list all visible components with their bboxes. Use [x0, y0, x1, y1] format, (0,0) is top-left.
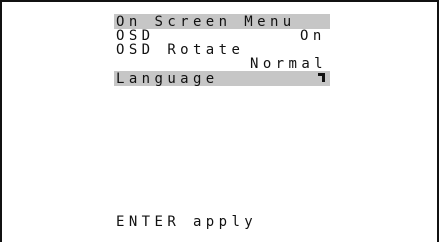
osd-screen: On Screen Menu OSD On OSD Rotate Normal …: [0, 0, 439, 242]
corner-arrow-icon: [318, 73, 325, 82]
osd-label[interactable]: OSD: [116, 29, 155, 43]
osd-rotate-value[interactable]: Normal: [250, 57, 327, 71]
osd-value[interactable]: On: [300, 29, 326, 43]
osd-rotate-label[interactable]: OSD Rotate: [116, 43, 244, 57]
language-label[interactable]: Language: [116, 72, 219, 86]
enter-apply-hint: ENTER apply: [116, 214, 258, 230]
menu-title: On Screen Menu: [116, 14, 296, 30]
